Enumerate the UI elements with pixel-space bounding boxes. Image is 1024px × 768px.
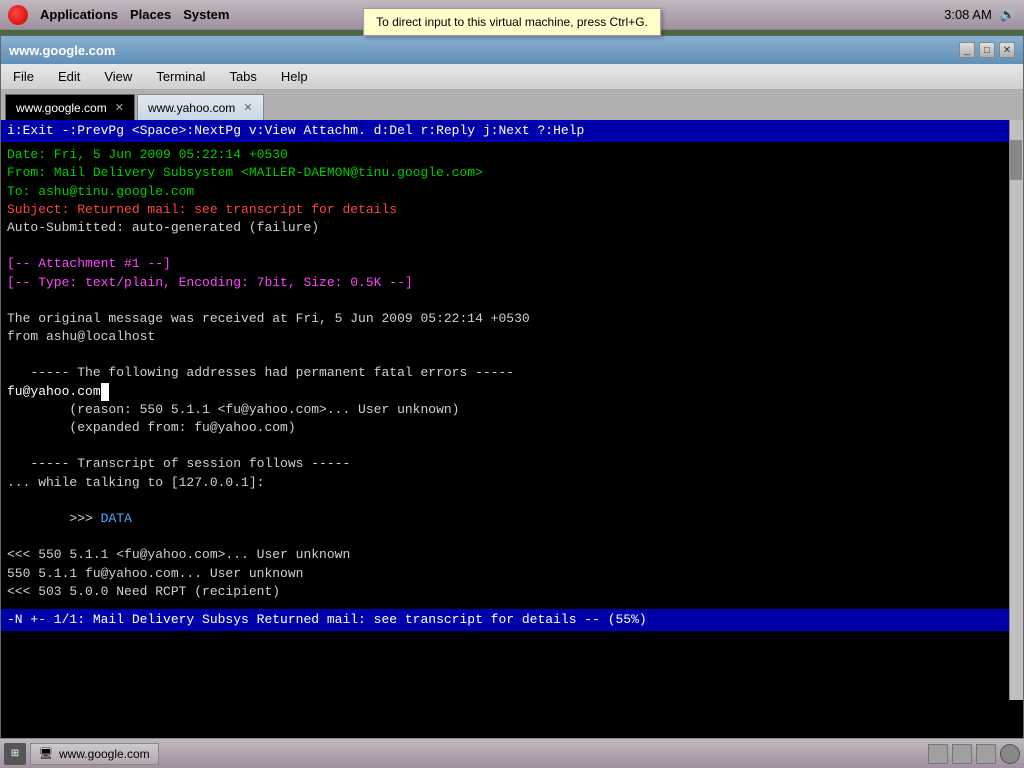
applications-menu[interactable]: Applications bbox=[40, 7, 118, 22]
scrollbar[interactable] bbox=[1009, 120, 1023, 700]
taskbar-item-icon: 🖥 bbox=[39, 747, 53, 760]
tab-google-label: www.google.com bbox=[16, 101, 107, 115]
reason-line: (reason: 550 5.1.1 <fu@yahoo.com>... Use… bbox=[7, 401, 1003, 419]
command-bar: i:Exit -:PrevPg <Space>:NextPg v:View At… bbox=[1, 120, 1009, 142]
tabs-bar: www.google.com ✕ www.yahoo.com ✕ bbox=[1, 90, 1023, 120]
taskbar-icon: ⊞ bbox=[4, 743, 26, 765]
taskbar-btn-1[interactable] bbox=[928, 744, 948, 764]
terminal-controls: _ □ ✕ bbox=[959, 42, 1015, 58]
subject-line: Subject: Returned mail: see transcript f… bbox=[7, 201, 1003, 219]
tab-yahoo-close[interactable]: ✕ bbox=[243, 101, 252, 114]
taskbar: ⊞ 🖥 www.google.com bbox=[0, 738, 1024, 768]
attachment2: [-- Type: text/plain, Encoding: 7bit, Si… bbox=[7, 274, 1003, 292]
bad-address-line: fu@yahoo.com bbox=[7, 383, 1003, 401]
date-line: Date: Fri, 5 Jun 2009 05:22:14 +0530 bbox=[7, 146, 1003, 164]
from-line: From: Mail Delivery Subsystem <MAILER-DA… bbox=[7, 164, 1003, 182]
app-icon bbox=[8, 5, 28, 25]
taskbar-btn-3[interactable] bbox=[976, 744, 996, 764]
terminal-titlebar: www.google.com _ □ ✕ bbox=[1, 36, 1023, 64]
resp1: <<< 550 5.1.1 <fu@yahoo.com>... User unk… bbox=[7, 546, 1003, 564]
transcript-line: ----- Transcript of session follows ----… bbox=[7, 455, 1003, 473]
tab-yahoo-label: www.yahoo.com bbox=[148, 101, 235, 115]
from-localhost: from ashu@localhost bbox=[7, 328, 1003, 346]
fatal-errors: ----- The following addresses had perman… bbox=[7, 364, 1003, 382]
menu-tabs[interactable]: Tabs bbox=[225, 67, 260, 86]
status-bar: -N +- 1/1: Mail Delivery Subsys Returned… bbox=[1, 609, 1009, 631]
menu-edit[interactable]: Edit bbox=[54, 67, 84, 86]
taskbar-item-label: www.google.com bbox=[59, 747, 150, 761]
tooltip: To direct input to this virtual machine,… bbox=[363, 8, 661, 36]
maximize-button[interactable]: □ bbox=[979, 42, 995, 58]
menu-file[interactable]: File bbox=[9, 67, 38, 86]
while-talking: ... while talking to [127.0.0.1]: bbox=[7, 474, 1003, 492]
tab-google-close[interactable]: ✕ bbox=[115, 101, 124, 114]
email-content: Date: Fri, 5 Jun 2009 05:22:14 +0530 Fro… bbox=[1, 142, 1009, 605]
menu-terminal[interactable]: Terminal bbox=[152, 67, 209, 86]
tab-google[interactable]: www.google.com ✕ bbox=[5, 94, 135, 120]
system-menu[interactable]: System bbox=[183, 7, 229, 22]
taskbar-btn-4[interactable] bbox=[1000, 744, 1020, 764]
to-line: To: ashu@tinu.google.com bbox=[7, 183, 1003, 201]
data-cmd: >>> DATA bbox=[7, 492, 1003, 547]
terminal-content[interactable]: i:Exit -:PrevPg <Space>:NextPg v:View At… bbox=[1, 120, 1023, 700]
auto-submitted: Auto-Submitted: auto-generated (failure) bbox=[7, 219, 1003, 237]
volume-icon: 🔊 bbox=[1000, 7, 1016, 23]
minimize-button[interactable]: _ bbox=[959, 42, 975, 58]
tab-yahoo[interactable]: www.yahoo.com ✕ bbox=[137, 94, 264, 120]
expanded-line: (expanded from: fu@yahoo.com) bbox=[7, 419, 1003, 437]
attachment1: [-- Attachment #1 --] bbox=[7, 255, 1003, 273]
taskbar-btn-2[interactable] bbox=[952, 744, 972, 764]
menu-view[interactable]: View bbox=[100, 67, 136, 86]
clock: 3:08 AM bbox=[944, 7, 992, 22]
resp3: <<< 503 5.0.0 Need RCPT (recipient) bbox=[7, 583, 1003, 601]
scrollbar-thumb[interactable] bbox=[1010, 140, 1022, 180]
original-msg: The original message was received at Fri… bbox=[7, 310, 1003, 328]
resp2: 550 5.1.1 fu@yahoo.com... User unknown bbox=[7, 565, 1003, 583]
close-button[interactable]: ✕ bbox=[999, 42, 1015, 58]
taskbar-right bbox=[928, 744, 1020, 764]
terminal-title: www.google.com bbox=[9, 43, 115, 58]
taskbar-terminal-item[interactable]: 🖥 www.google.com bbox=[30, 743, 159, 765]
places-menu[interactable]: Places bbox=[130, 7, 171, 22]
menu-help[interactable]: Help bbox=[277, 67, 312, 86]
terminal-window: www.google.com _ □ ✕ File Edit View Term… bbox=[0, 35, 1024, 763]
system-bar-left: Applications Places System bbox=[8, 5, 229, 25]
menu-bar: File Edit View Terminal Tabs Help bbox=[1, 64, 1023, 90]
system-bar-right: 3:08 AM 🔊 bbox=[944, 7, 1016, 23]
